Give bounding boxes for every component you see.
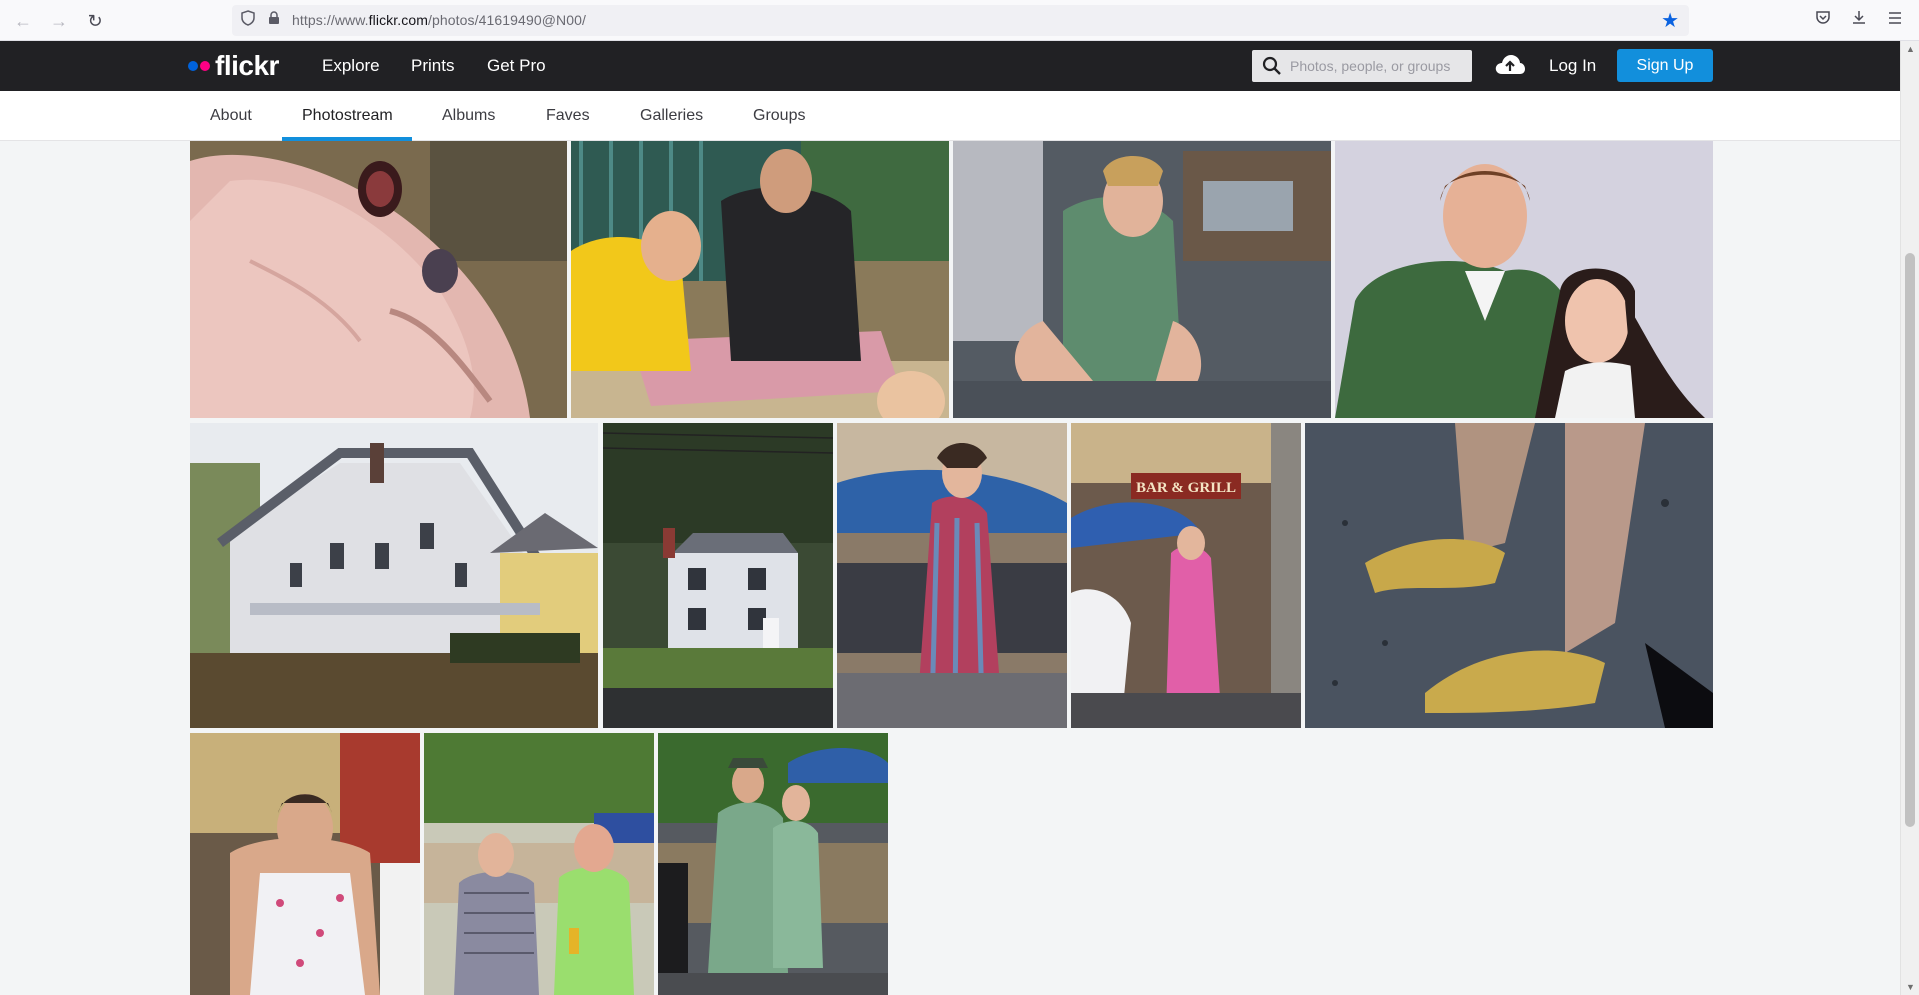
photo-grid: BAR & GRILL: [0, 141, 1900, 995]
pocket-icon[interactable]: [1811, 9, 1835, 33]
photo-men-with-pig[interactable]: [571, 141, 949, 418]
back-arrow-icon[interactable]: ←: [10, 8, 36, 34]
menu-icon[interactable]: [1883, 9, 1907, 33]
nav-prints[interactable]: Prints: [411, 56, 454, 76]
flickr-header: flickr Explore Prints Get Pro Log In Sig…: [0, 41, 1900, 91]
tab-groups[interactable]: Groups: [753, 107, 805, 125]
photo-gold-heels[interactable]: [1305, 423, 1713, 728]
browser-toolbar: ← → ↻ https://www.flickr.com/photos/4161…: [0, 0, 1919, 41]
profile-subnav: About Photostream Albums Faves Galleries…: [0, 91, 1900, 141]
search-input[interactable]: [1290, 55, 1462, 77]
logo-pink-dot: [200, 61, 210, 71]
photo-couple-portrait[interactable]: [1335, 141, 1713, 418]
scroll-thumb[interactable]: [1905, 253, 1915, 827]
tab-photostream[interactable]: Photostream: [302, 107, 393, 125]
url-text[interactable]: https://www.flickr.com/photos/41619490@N…: [292, 12, 586, 28]
nav-get-pro[interactable]: Get Pro: [487, 56, 546, 76]
photo-pig-closeup[interactable]: [190, 141, 567, 418]
photo-small-house[interactable]: [603, 423, 833, 728]
photo-two-in-dresses[interactable]: [424, 733, 654, 995]
forward-arrow-icon[interactable]: →: [46, 8, 72, 34]
upload-cloud-icon[interactable]: [1494, 52, 1526, 78]
address-bar[interactable]: https://www.flickr.com/photos/41619490@N…: [232, 5, 1689, 36]
login-link[interactable]: Log In: [1549, 56, 1596, 76]
flickr-logo[interactable]: flickr: [188, 50, 279, 82]
reload-icon[interactable]: ↻: [82, 8, 108, 34]
shield-icon[interactable]: [238, 10, 258, 30]
photo-man-in-apron[interactable]: [190, 733, 420, 995]
search-box[interactable]: [1252, 50, 1472, 82]
tab-albums[interactable]: Albums: [442, 107, 495, 125]
nav-explore[interactable]: Explore: [322, 56, 380, 76]
logo-text: flickr: [215, 50, 279, 81]
lock-icon[interactable]: [264, 10, 284, 30]
logo-blue-dot: [188, 61, 198, 71]
signup-button[interactable]: Sign Up: [1617, 49, 1713, 82]
photo-man-in-green-dress[interactable]: [953, 141, 1331, 418]
photo-white-house[interactable]: [190, 423, 598, 728]
scroll-up-arrow-icon[interactable]: ▲: [1901, 41, 1919, 57]
bookmark-star-icon[interactable]: ★: [1661, 8, 1679, 33]
search-icon[interactable]: [1262, 56, 1282, 76]
photo-woman-striped-dress[interactable]: [837, 423, 1067, 728]
photo-pair-in-green-dresses[interactable]: [658, 733, 888, 995]
download-icon[interactable]: [1847, 9, 1871, 33]
tab-faves[interactable]: Faves: [546, 107, 590, 125]
page-scrollbar[interactable]: ▲ ▼: [1900, 41, 1919, 995]
tab-about[interactable]: About: [210, 107, 252, 125]
photo-bar-and-grill[interactable]: BAR & GRILL: [1071, 423, 1301, 728]
scroll-down-arrow-icon[interactable]: ▼: [1901, 979, 1919, 995]
tab-galleries[interactable]: Galleries: [640, 107, 703, 125]
bar-sign-text: BAR & GRILL: [1136, 480, 1236, 496]
